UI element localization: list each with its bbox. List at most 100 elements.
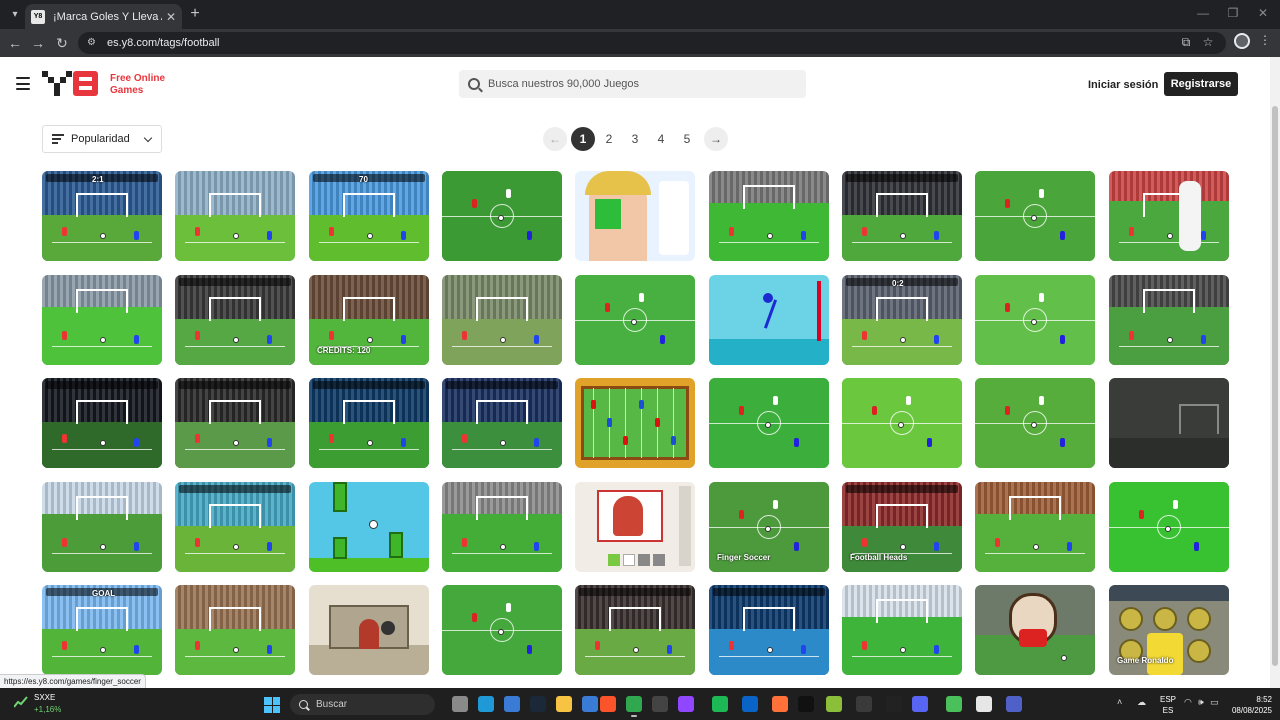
- discord-icon[interactable]: [912, 696, 928, 712]
- tradingview-icon[interactable]: [886, 696, 902, 712]
- game-thumbnail-37[interactable]: GOAL: [42, 585, 162, 675]
- game-thumbnail-19[interactable]: [42, 378, 162, 468]
- game-thumbnail-12[interactable]: CREDITS: 120: [309, 275, 429, 365]
- restore-icon[interactable]: ❐: [1222, 4, 1244, 22]
- game-thumbnail-9[interactable]: [1109, 171, 1229, 261]
- game-thumbnail-11[interactable]: [175, 275, 295, 365]
- game-thumbnail-42[interactable]: [709, 585, 829, 675]
- task-view-icon[interactable]: [452, 696, 468, 712]
- page-5[interactable]: 5: [675, 127, 699, 151]
- game-thumbnail-7[interactable]: [842, 171, 962, 261]
- calendar-icon[interactable]: [976, 696, 992, 712]
- new-tab-plus-icon[interactable]: +: [186, 4, 204, 24]
- wifi-icon[interactable]: ◠: [1184, 697, 1192, 708]
- game-thumbnail-26[interactable]: [975, 378, 1095, 468]
- teams-icon[interactable]: [1006, 696, 1022, 712]
- game-thumbnail-27[interactable]: [1109, 378, 1229, 468]
- game-thumbnail-36[interactable]: [1109, 482, 1229, 572]
- game-thumbnail-33[interactable]: Finger Soccer: [709, 482, 829, 572]
- photos-icon[interactable]: [946, 696, 962, 712]
- game-thumbnail-43[interactable]: [842, 585, 962, 675]
- mail-icon[interactable]: [504, 696, 520, 712]
- back-arrow-icon[interactable]: ←: [5, 33, 25, 53]
- game-thumbnail-32[interactable]: [575, 482, 695, 572]
- profile-avatar-icon[interactable]: [1234, 33, 1250, 49]
- edge-icon[interactable]: [478, 696, 494, 712]
- sort-dropdown[interactable]: Popularidad: [42, 125, 162, 153]
- volume-icon[interactable]: 🕪: [1198, 697, 1204, 708]
- terminal-icon[interactable]: [856, 696, 872, 712]
- system-clock[interactable]: 8:52 08/08/2025: [1226, 694, 1272, 716]
- outlook-icon[interactable]: [742, 696, 758, 712]
- game-thumbnail-1[interactable]: 2:1: [42, 171, 162, 261]
- next-page-arrow-icon[interactable]: →: [704, 127, 728, 151]
- game-thumbnail-35[interactable]: [975, 482, 1095, 572]
- game-thumbnail-23[interactable]: [575, 378, 695, 468]
- register-button[interactable]: Registrarse: [1164, 72, 1238, 96]
- windows-start-icon[interactable]: [264, 697, 280, 713]
- page-2[interactable]: 2: [597, 127, 621, 151]
- game-thumbnail-44[interactable]: [975, 585, 1095, 675]
- game-thumbnail-13[interactable]: [442, 275, 562, 365]
- tab-close-icon[interactable]: ✕: [166, 10, 176, 24]
- game-thumbnail-16[interactable]: 0:2: [842, 275, 962, 365]
- prev-page-arrow-icon[interactable]: ←: [543, 127, 567, 151]
- page-3[interactable]: 3: [623, 127, 647, 151]
- address-bar[interactable]: ⚙ es.y8.com/tags/football: [78, 32, 1226, 54]
- firefox-icon[interactable]: [772, 696, 788, 712]
- game-thumbnail-6[interactable]: [709, 171, 829, 261]
- browser-tab-active[interactable]: Y8 ¡Marca Goles Y Lleva A Tu Equipo ✕: [25, 4, 182, 29]
- game-thumbnail-18[interactable]: [1109, 275, 1229, 365]
- steam-icon[interactable]: [530, 696, 546, 712]
- spotify-icon[interactable]: [712, 696, 728, 712]
- battery-icon[interactable]: ▭: [1210, 697, 1219, 708]
- tiktok-icon[interactable]: [798, 696, 814, 712]
- game-thumbnail-31[interactable]: [442, 482, 562, 572]
- page-scrollbar-thumb[interactable]: [1272, 106, 1278, 666]
- reload-icon[interactable]: ↻: [52, 33, 72, 53]
- game-thumbnail-20[interactable]: [175, 378, 295, 468]
- game-thumbnail-38[interactable]: [175, 585, 295, 675]
- game-thumbnail-29[interactable]: [175, 482, 295, 572]
- input-language[interactable]: ESP ES: [1160, 694, 1176, 716]
- game-thumbnail-2[interactable]: [175, 171, 295, 261]
- game-thumbnail-14[interactable]: [575, 275, 695, 365]
- chrome-icon[interactable]: [626, 696, 642, 717]
- tray-app-icon[interactable]: ☁: [1137, 697, 1146, 708]
- game-thumbnail-28[interactable]: [42, 482, 162, 572]
- install-app-icon[interactable]: ⧉: [1176, 32, 1196, 52]
- game-thumbnail-25[interactable]: [842, 378, 962, 468]
- game-thumbnail-5[interactable]: [575, 171, 695, 261]
- tray-chevron-up-icon[interactable]: ˄: [1117, 697, 1122, 707]
- game-thumbnail-17[interactable]: [975, 275, 1095, 365]
- game-thumbnail-3[interactable]: 70: [309, 171, 429, 261]
- site-search[interactable]: [459, 70, 806, 98]
- browser-menu-dots-icon[interactable]: ⋮: [1258, 33, 1272, 51]
- game-thumbnail-41[interactable]: [575, 585, 695, 675]
- game-thumbnail-40[interactable]: [442, 585, 562, 675]
- bookmark-star-icon[interactable]: ☆: [1198, 32, 1218, 52]
- game-thumbnail-39[interactable]: [309, 585, 429, 675]
- login-link[interactable]: Iniciar sesión: [1088, 79, 1158, 91]
- site-info-icon[interactable]: ⚙: [87, 38, 99, 48]
- game-thumbnail-4[interactable]: [442, 171, 562, 261]
- tab-search-chevron-icon[interactable]: ▾: [6, 5, 24, 23]
- twitch-icon[interactable]: [678, 696, 694, 712]
- game-thumbnail-22[interactable]: [442, 378, 562, 468]
- game-thumbnail-30[interactable]: [309, 482, 429, 572]
- brave-icon[interactable]: [600, 696, 616, 712]
- stock-widget-name[interactable]: SXXE: [34, 693, 55, 702]
- game-thumbnail-10[interactable]: [42, 275, 162, 365]
- window-close-icon[interactable]: ✕: [1252, 4, 1274, 22]
- hamburger-menu-icon[interactable]: [16, 77, 30, 90]
- game-thumbnail-15[interactable]: [709, 275, 829, 365]
- game-thumbnail-45[interactable]: Game Ronaldo: [1109, 585, 1229, 675]
- y8-logo[interactable]: [42, 71, 100, 96]
- page-1[interactable]: 1: [571, 127, 595, 151]
- minimize-icon[interactable]: —: [1192, 4, 1214, 22]
- forward-arrow-icon[interactable]: →: [28, 33, 48, 53]
- xbox-icon[interactable]: [826, 696, 842, 712]
- stock-chart-icon[interactable]: [14, 696, 28, 708]
- search-input[interactable]: [488, 78, 788, 90]
- game-thumbnail-24[interactable]: [709, 378, 829, 468]
